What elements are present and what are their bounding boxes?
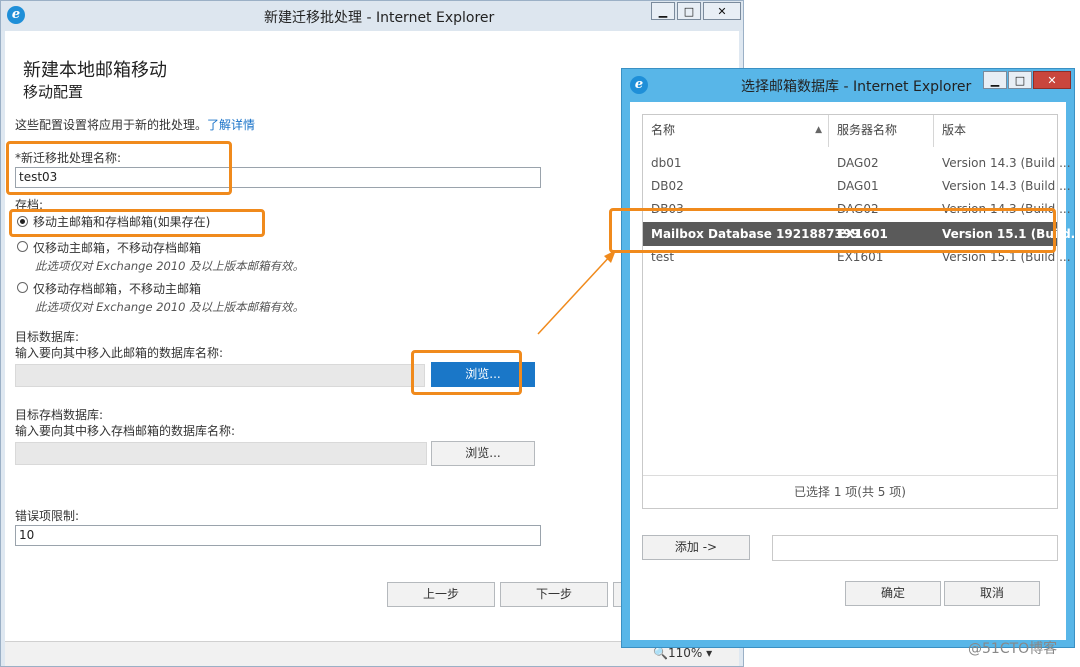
page-title: 新建本地邮箱移动 — [23, 60, 167, 81]
main-window-title: 新建迁移批处理 - Internet Explorer — [264, 10, 495, 26]
cell-server: DAG01 — [837, 179, 879, 193]
add-button[interactable]: 添加 -> — [642, 535, 750, 560]
selection-status: 已选择 1 项(共 5 项) — [643, 475, 1057, 509]
option-archive-only-note: 此选项仅对 Exchange 2010 及以上版本邮箱有效。 — [35, 300, 305, 314]
cell-server: DAG02 — [837, 156, 879, 170]
intro-description: 这些配置设置将应用于新的批处理。 — [15, 118, 208, 132]
main-titlebar: e 新建迁移批处理 - Internet Explorer ▁ □ ✕ — [1, 1, 743, 31]
column-header-version[interactable]: 版本 — [934, 115, 1057, 147]
target-db-label: 目标数据库: — [15, 330, 80, 344]
table-row[interactable]: DB02 DAG01 Version 14.3 (Build ... — [643, 175, 1071, 197]
target-archive-db-label: 目标存档数据库: — [15, 408, 104, 422]
table-row[interactable]: db01 DAG02 Version 14.3 (Build ... — [643, 152, 1071, 174]
ie-icon: e — [7, 6, 25, 24]
dialog-titlebar: e 选择邮箱数据库 - Internet Explorer ▁ □ ✕ — [622, 69, 1074, 101]
highlight-archive-option — [9, 209, 265, 237]
database-list: 名称 ▲ 服务器名称 版本 db01 DAG02 Version 14.3 (B… — [642, 114, 1080, 509]
dialog-close-icon[interactable]: ✕ — [1033, 71, 1071, 89]
option-primary-only-note: 此选项仅对 Exchange 2010 及以上版本邮箱有效。 — [35, 259, 305, 273]
option-archive-only-label: 仅移动存档邮箱，不移动主邮箱 — [33, 282, 202, 296]
connector-arrow — [537, 250, 616, 335]
cell-version: Version 14.3 (Build ... — [942, 179, 1071, 193]
next-button[interactable]: 下一步 — [500, 582, 608, 607]
maximize-icon[interactable]: □ — [677, 2, 701, 20]
ok-button[interactable]: 确定 — [845, 581, 941, 606]
dialog-title: 选择邮箱数据库 - Internet Explorer — [741, 79, 972, 95]
selected-database-field[interactable] — [772, 535, 1058, 561]
learn-more-link[interactable]: 了解详情 — [207, 118, 255, 132]
target-db-input[interactable] — [15, 364, 425, 387]
radio-primary-only[interactable] — [17, 241, 28, 252]
close-icon[interactable]: ✕ — [703, 2, 741, 20]
page-subtitle: 移动配置 — [23, 83, 84, 101]
target-db-hint: 输入要向其中移入此邮箱的数据库名称: — [15, 346, 224, 360]
zoom-value: 110% — [667, 646, 703, 660]
column-header-server[interactable]: 服务器名称 — [829, 115, 934, 147]
minimize-icon[interactable]: ▁ — [651, 2, 675, 20]
watermark: @51CTO博客 — [968, 641, 1058, 657]
select-database-dialog: e 选择邮箱数据库 - Internet Explorer ▁ □ ✕ 名称 ▲… — [621, 68, 1080, 648]
back-button[interactable]: 上一步 — [387, 582, 495, 607]
cancel-button[interactable]: 取消 — [944, 581, 1040, 606]
error-limit-label: 错误项限制: — [15, 509, 80, 523]
cell-name: db01 — [651, 156, 682, 170]
ie-icon: e — [630, 76, 648, 94]
target-archive-db-input[interactable] — [15, 442, 427, 465]
intro-text: 这些配置设置将应用于新的批处理。了解详情 — [15, 116, 255, 133]
highlight-browse — [411, 350, 522, 395]
cell-version: Version 14.3 (Build ... — [942, 156, 1071, 170]
dialog-content: 名称 ▲ 服务器名称 版本 db01 DAG02 Version 14.3 (B… — [630, 102, 1080, 640]
highlight-selected-row — [609, 208, 1056, 253]
zoom-level[interactable]: 🔍110% ▾ — [653, 646, 712, 660]
dialog-maximize-icon[interactable]: □ — [1008, 71, 1032, 89]
sort-asc-icon: ▲ — [815, 125, 822, 135]
target-archive-db-browse-button[interactable]: 浏览... — [431, 441, 535, 466]
target-archive-db-hint: 输入要向其中移入存档邮箱的数据库名称: — [15, 424, 236, 438]
column-header-name[interactable]: 名称 ▲ — [643, 115, 829, 147]
cell-name: DB02 — [651, 179, 684, 193]
highlight-batch-name — [6, 141, 232, 195]
option-primary-only-label: 仅移动主邮箱，不移动存档邮箱 — [33, 241, 202, 255]
radio-archive-only[interactable] — [17, 282, 28, 293]
dialog-minimize-icon[interactable]: ▁ — [983, 71, 1007, 89]
column-header-name-text: 名称 — [651, 123, 676, 137]
error-limit-input[interactable]: 10 — [15, 525, 541, 546]
